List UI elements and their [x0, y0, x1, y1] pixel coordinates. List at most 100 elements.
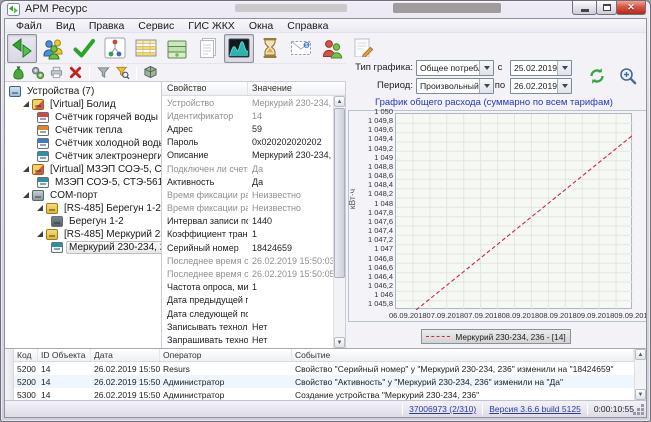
abonents-button[interactable]	[317, 34, 347, 63]
exchange-devices-button[interactable]	[7, 34, 37, 63]
version-link[interactable]: Версия 3.6.6 build 5125	[489, 404, 581, 414]
menu-item[interactable]: Окна	[242, 19, 280, 33]
chevron-down-icon[interactable]	[479, 79, 493, 93]
property-name: Устройство	[162, 98, 248, 108]
tree-node[interactable]: [Virtual] Болид	[5, 98, 161, 111]
property-row[interactable]: Время фиксации раско... Неизвестно	[162, 202, 333, 215]
abonent-groups-button[interactable]	[38, 34, 68, 63]
property-row[interactable]: Время фиксации раско... Неизвестно	[162, 188, 333, 201]
chart-type-select[interactable]: Общее потребление	[416, 60, 494, 76]
maximize-button[interactable]	[596, 1, 617, 15]
log-header: Код ID Объекта Дата Оператор Событие	[14, 349, 634, 362]
tree-node[interactable]: COM-порт	[5, 189, 161, 202]
expander-icon[interactable]	[36, 204, 45, 213]
log-column-header[interactable]: Дата	[91, 349, 160, 361]
tree-node[interactable]: Счётчик тепла	[5, 124, 161, 137]
tree-node[interactable]: [RS-485] Берегун 1-2	[5, 202, 161, 215]
tree-node[interactable]: Берегун 1-2	[5, 215, 161, 228]
property-row[interactable]: Описание Меркурий 230-234, 236	[162, 149, 333, 162]
menu-item[interactable]: ГИС ЖКХ	[181, 19, 242, 33]
records-counter-link[interactable]: 37006973 (2/310)	[409, 404, 476, 414]
plot-area[interactable]	[395, 113, 632, 309]
scheme-button[interactable]	[100, 34, 130, 63]
close-button[interactable]: ✕	[616, 1, 646, 15]
property-row[interactable]: Коэффициент трансфо... 1	[162, 228, 333, 241]
tree-node[interactable]: [RS-485] Меркурий 230-234, 236	[5, 228, 161, 241]
property-row[interactable]: Пароль 0x020202020202	[162, 136, 333, 149]
gears-button[interactable]	[28, 65, 47, 81]
menu-item[interactable]: Справка	[280, 19, 335, 33]
documents-button[interactable]	[193, 34, 223, 63]
scroll-down-icon[interactable]: ▼	[635, 389, 646, 400]
property-row[interactable]: Интервал записи пока... 1440	[162, 215, 333, 228]
redaction-blur	[393, 3, 501, 13]
tree-node[interactable]: Счётчик холодной воды	[5, 137, 161, 150]
history-button[interactable]	[255, 34, 285, 63]
tariff-table-button[interactable]	[131, 34, 161, 63]
scroll-thumb[interactable]	[334, 108, 345, 278]
property-row[interactable]: Дата следующей пове...	[162, 307, 333, 320]
table-row[interactable]: 5200 14 26.02.2019 15:50:05 Resurs Свойс…	[14, 362, 634, 375]
add-sack-button[interactable]	[9, 65, 28, 81]
scroll-up-icon[interactable]: ▲	[635, 349, 646, 360]
property-row[interactable]: Устройство Меркурий 230-234, 236	[162, 96, 333, 109]
log-scrollbar[interactable]: ▲ ▼	[634, 349, 646, 400]
log-column-header[interactable]: Код	[14, 349, 38, 361]
menu-item[interactable]: Вид	[49, 19, 82, 33]
tree-node[interactable]: Устройства (7)	[5, 85, 161, 98]
property-row[interactable]: Активность Да	[162, 175, 333, 188]
property-row[interactable]: Записывать технологи... Нет	[162, 320, 333, 333]
minimize-button[interactable]	[572, 1, 597, 15]
property-value: 59	[248, 124, 333, 134]
expander-icon[interactable]	[22, 165, 31, 174]
log-column-header[interactable]: Оператор	[160, 349, 292, 361]
property-row[interactable]: Запрашивать техноло... Нет	[162, 333, 333, 346]
property-scrollbar[interactable]: ▲ ▼	[333, 96, 345, 348]
refresh-button[interactable]	[586, 65, 608, 87]
property-row[interactable]: Последнее время ответа 26.02.2019 15:50:…	[162, 267, 333, 280]
expander-icon[interactable]	[22, 100, 31, 109]
scroll-down-icon[interactable]: ▼	[334, 337, 345, 348]
property-row[interactable]: Частота опроса, минуты 1	[162, 281, 333, 294]
delete-button[interactable]	[66, 65, 85, 81]
tree-node[interactable]: Меркурий 230-234, 236	[5, 241, 161, 254]
table-row[interactable]: 5200 14 26.02.2019 15:50:03 Администрато…	[14, 375, 634, 388]
zoom-in-button[interactable]	[617, 65, 639, 87]
menu-item[interactable]: Сервис	[131, 19, 181, 33]
log-column-header[interactable]: Событие	[292, 349, 634, 361]
date-to-picker[interactable]: 26.02.2019	[510, 78, 572, 94]
expander-icon[interactable]	[36, 230, 45, 239]
property-row[interactable]: Последнее время опроса 26.02.2019 15:50:…	[162, 254, 333, 267]
period-select[interactable]: Произвольный период	[416, 78, 494, 94]
payments-button[interactable]	[162, 34, 192, 63]
property-row[interactable]: Подключен ли счетчик Да	[162, 162, 333, 175]
value-column-header[interactable]: Значение	[248, 82, 345, 95]
menu-item[interactable]: Файл	[9, 19, 49, 33]
bills-button[interactable]: $	[286, 34, 316, 63]
confirm-button[interactable]	[69, 34, 99, 63]
log-column-header[interactable]: ID Объекта	[38, 349, 91, 361]
property-row[interactable]: Идентификатор 14	[162, 109, 333, 122]
property-row[interactable]: Адрес 59	[162, 122, 333, 135]
property-row[interactable]: Дата предыдущей пов...	[162, 294, 333, 307]
menu-item[interactable]: Правка	[82, 19, 131, 33]
title-bar[interactable]: АРМ Ресурс ✕	[1, 1, 650, 18]
chevron-down-icon[interactable]	[479, 61, 493, 75]
tree-node[interactable]: МЗЭП СОЭ-5, СТЭ-561	[5, 176, 161, 189]
chevron-down-icon[interactable]	[557, 61, 571, 75]
tree-node[interactable]: [Virtual] МЗЭП СОЭ-5, СТЭ-561	[5, 163, 161, 176]
expander-icon[interactable]	[22, 191, 31, 200]
tree-node[interactable]: Счётчик электроэнергии	[5, 150, 161, 163]
date-from-picker[interactable]: 25.02.2019	[510, 60, 572, 76]
property-column-header[interactable]: Свойство	[162, 82, 248, 95]
print-device-button[interactable]	[47, 65, 66, 81]
resize-grip[interactable]	[641, 412, 644, 415]
export-cube-button[interactable]	[141, 65, 160, 81]
chevron-down-icon[interactable]	[557, 79, 571, 93]
tree-node[interactable]: Счётчик горячей воды	[5, 111, 161, 124]
property-row[interactable]: Серийный номер 18424659	[162, 241, 333, 254]
filter-button[interactable]	[94, 65, 113, 81]
scroll-up-icon[interactable]: ▲	[334, 96, 345, 107]
filter-search-button[interactable]	[113, 65, 132, 81]
consumption-graph-button[interactable]	[224, 34, 254, 63]
